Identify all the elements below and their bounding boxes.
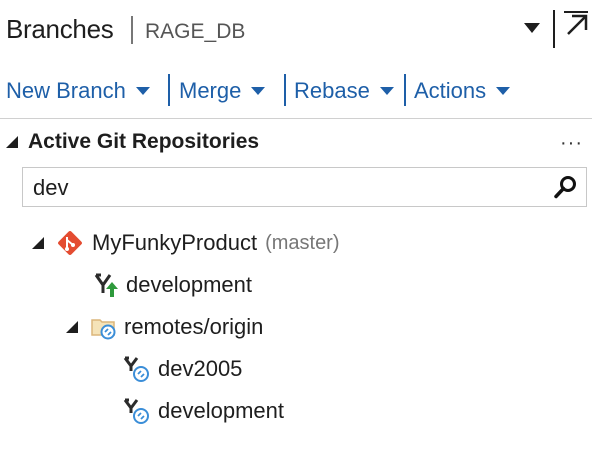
branch-search-box: [22, 167, 587, 207]
search-input[interactable]: [31, 172, 545, 204]
remote-folder-icon: [91, 319, 116, 340]
rebase-button[interactable]: Rebase: [294, 76, 394, 106]
active-repositories-header[interactable]: Active Git Repositories ···: [0, 126, 592, 160]
remote-branch-node[interactable]: dev2005: [122, 351, 242, 387]
expand-triangle-icon[interactable]: [6, 136, 18, 148]
repo-node[interactable]: MyFunkyProduct (master): [32, 225, 340, 261]
merge-button[interactable]: Merge: [179, 76, 266, 106]
actions-label: Actions: [414, 78, 487, 103]
toolbar-divider-line: [0, 118, 592, 119]
remote-branch-icon: [123, 398, 149, 424]
expand-triangle-icon[interactable]: [32, 237, 44, 249]
more-icon[interactable]: ···: [560, 132, 583, 155]
local-branch-node[interactable]: development: [92, 267, 252, 303]
search-icon[interactable]: [554, 175, 578, 199]
rebase-label: Rebase: [294, 78, 370, 103]
chevron-down-icon: [496, 86, 511, 95]
new-branch-label: New Branch: [6, 78, 126, 103]
section-title: Active Git Repositories: [28, 130, 260, 153]
popout-icon[interactable]: [562, 10, 590, 38]
chevron-down-icon: [379, 86, 394, 95]
new-branch-button[interactable]: New Branch: [6, 76, 150, 106]
chevron-down-icon: [135, 86, 150, 95]
chevron-down-icon: [251, 86, 266, 95]
branch-name: development: [126, 272, 252, 297]
repository-name: RAGE_DB: [145, 20, 246, 43]
branch-name: dev2005: [158, 356, 243, 381]
current-branch: (master): [265, 231, 340, 254]
local-branch-icon: [94, 273, 118, 297]
toolbar-divider: [284, 74, 286, 106]
dropdown-caret-icon[interactable]: [524, 22, 540, 34]
branch-name: development: [158, 398, 284, 423]
remote-group-name: remotes/origin: [124, 314, 264, 339]
branch-toolbar: New Branch Merge Rebase Actions: [0, 70, 592, 112]
repo-name: MyFunkyProduct: [92, 230, 258, 255]
actions-button[interactable]: Actions: [414, 76, 511, 106]
page-title: Branches: [6, 14, 114, 44]
title-divider: [131, 16, 133, 44]
remote-branch-icon: [123, 356, 149, 382]
toolbar-divider: [168, 74, 170, 106]
header-divider: [553, 10, 555, 48]
expand-triangle-icon[interactable]: [66, 321, 78, 333]
panel-header: Branches RAGE_DB: [0, 0, 592, 62]
remote-group-node[interactable]: remotes/origin: [66, 309, 263, 345]
toolbar-divider: [404, 74, 406, 106]
git-repo-icon: [58, 231, 82, 255]
remote-branch-node[interactable]: development: [122, 393, 284, 429]
merge-label: Merge: [179, 78, 242, 103]
